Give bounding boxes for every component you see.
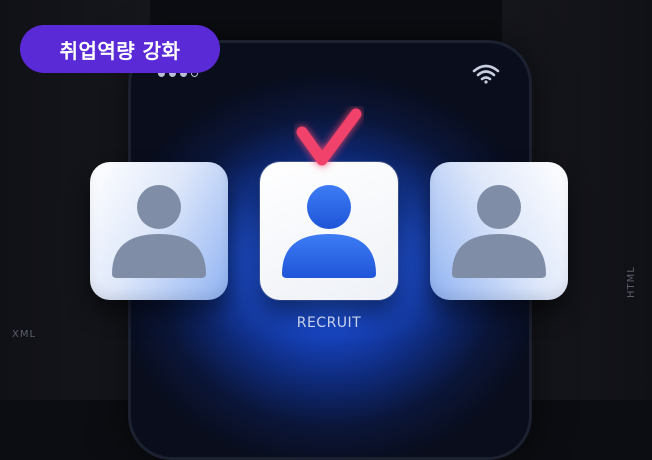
person-icon xyxy=(112,185,206,278)
checkmark-icon xyxy=(296,108,362,166)
recruit-caption: RECRUIT xyxy=(296,315,362,331)
wifi-icon xyxy=(472,64,500,84)
side-label-xml: XML xyxy=(12,329,37,340)
profile-card-right[interactable] xyxy=(430,162,568,300)
person-icon xyxy=(282,185,376,278)
profile-card-selected[interactable] xyxy=(260,162,398,300)
person-icon xyxy=(452,185,546,278)
category-badge: 취업역량 강화 xyxy=(20,25,220,73)
profile-card-left[interactable] xyxy=(90,162,228,300)
side-label-html: HTML xyxy=(626,266,637,298)
